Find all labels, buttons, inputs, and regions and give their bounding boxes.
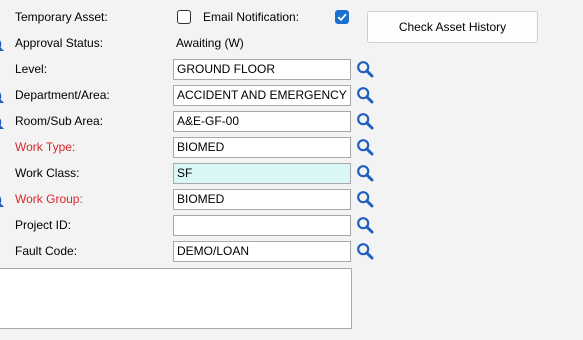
approval-status-lookup-icon[interactable] — [0, 37, 6, 51]
room-label: Room/Sub Area: — [15, 114, 104, 128]
department-field[interactable]: ACCIDENT AND EMERGENCY — [173, 85, 351, 106]
fault-code-label: Fault Code: — [15, 244, 78, 258]
department-label: Department/Area: — [15, 88, 110, 102]
level-lookup-icon[interactable] — [356, 60, 374, 78]
room-edge-lookup-icon[interactable] — [0, 115, 6, 129]
work-group-lookup-icon[interactable] — [356, 190, 374, 208]
room-field[interactable]: A&E-GF-00 — [173, 111, 351, 132]
check-asset-history-button[interactable]: Check Asset History — [367, 11, 538, 43]
temporary-asset-checkbox[interactable] — [177, 10, 191, 24]
project-id-label: Project ID: — [15, 218, 72, 232]
room-lookup-icon[interactable] — [356, 112, 374, 130]
email-notification-checkbox[interactable] — [335, 10, 349, 24]
fault-code-field[interactable]: DEMO/LOAN — [173, 241, 351, 262]
work-group-field[interactable]: BIOMED — [173, 189, 351, 210]
work-class-lookup-icon[interactable] — [356, 164, 374, 182]
level-field[interactable]: GROUND FLOOR — [173, 59, 351, 80]
project-id-field[interactable] — [173, 215, 351, 236]
notes-textarea[interactable] — [0, 268, 352, 329]
department-lookup-icon[interactable] — [356, 86, 374, 104]
checkmark-icon — [337, 13, 347, 22]
approval-status-value: Awaiting (W) — [176, 36, 244, 50]
temporary-asset-label: Temporary Asset: — [15, 10, 108, 24]
email-notification-label: Email Notification: — [203, 10, 300, 24]
work-type-label: Work Type: — [15, 140, 76, 154]
work-class-label: Work Class: — [15, 166, 80, 180]
work-group-label: Work Group: — [15, 192, 83, 206]
fault-code-lookup-icon[interactable] — [356, 242, 374, 260]
work-type-field[interactable]: BIOMED — [173, 137, 351, 158]
work-group-edge-lookup-icon[interactable] — [0, 193, 6, 207]
project-id-lookup-icon[interactable] — [356, 216, 374, 234]
level-label: Level: — [15, 62, 48, 76]
work-type-lookup-icon[interactable] — [356, 138, 374, 156]
department-edge-lookup-icon[interactable] — [0, 89, 6, 103]
work-class-field[interactable]: SF — [173, 163, 351, 184]
approval-status-label: Approval Status: — [15, 36, 104, 50]
